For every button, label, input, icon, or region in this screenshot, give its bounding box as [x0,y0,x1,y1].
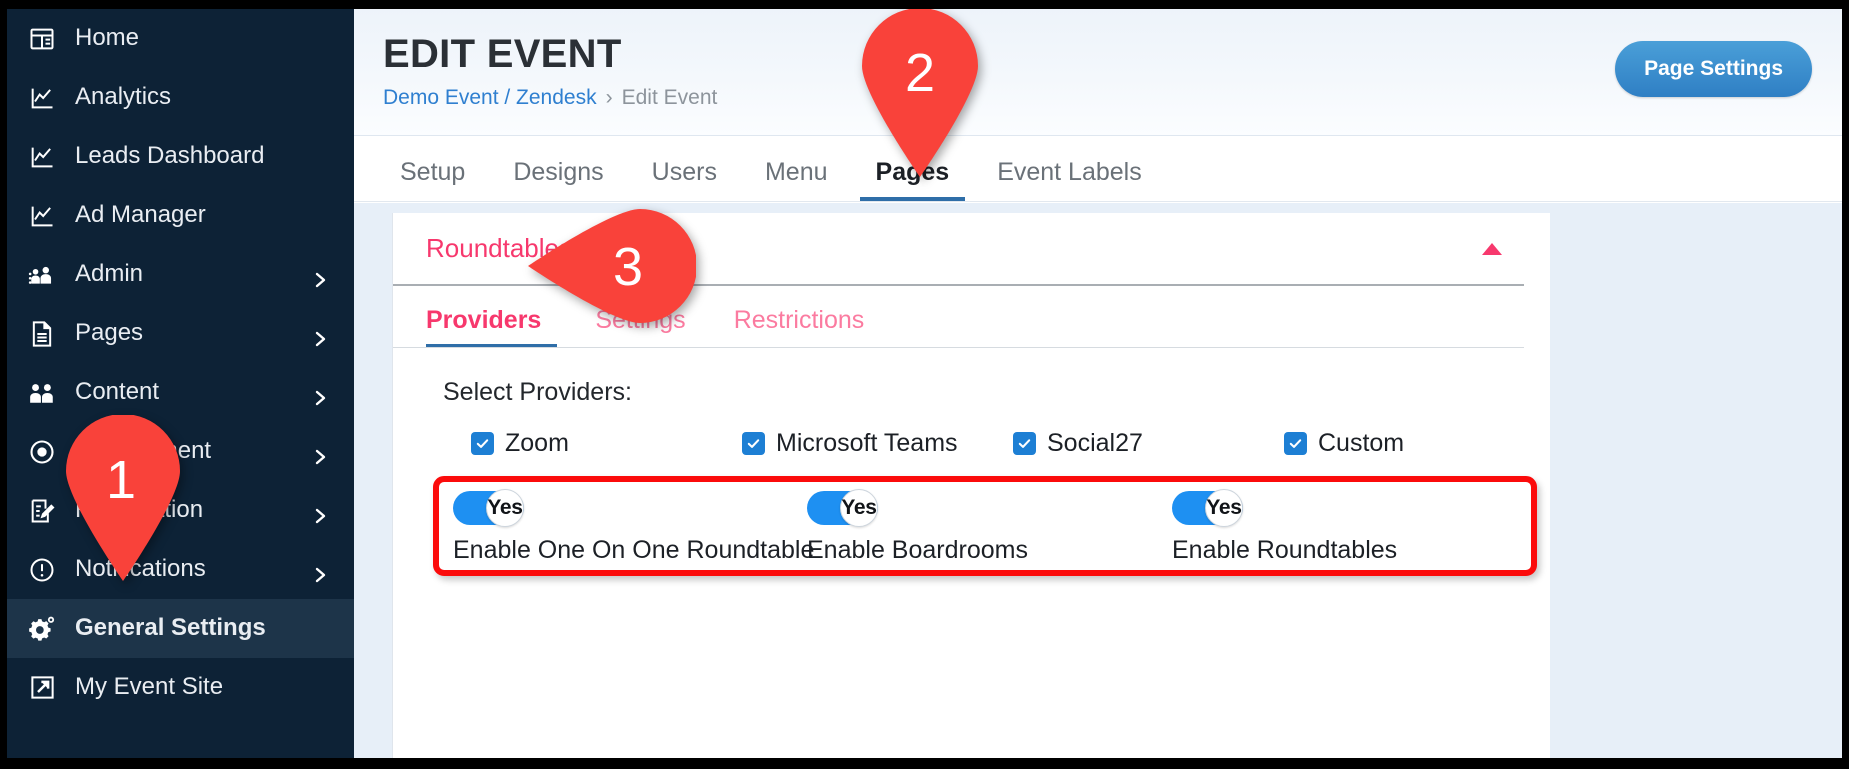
caret-up-icon[interactable] [1482,242,1502,255]
chevron-right-icon [312,444,328,464]
sidebar-item-label: Analytics [75,82,172,110]
chart-icon [27,83,57,113]
chevron-right-icon [312,326,328,346]
alert-icon [27,555,57,585]
chevron-right-icon [312,385,328,405]
toggle-group-one-on-one-roundtable: Yes Enable One On One Roundtable [453,489,815,565]
toggle-knob: Yes [486,489,524,527]
toggle-label: Enable Boardrooms [807,536,1028,564]
external-link-icon [27,673,57,703]
tab-menu[interactable]: Menu [741,158,852,201]
sidebar-item-analytics[interactable]: Analytics [7,68,354,127]
toggle-label: Enable Roundtables [1172,536,1398,564]
people-icon [27,260,57,290]
tab-designs[interactable]: Designs [489,158,627,201]
screenshot-frame: Home Analytics Leads Dashboard Ad Manage… [0,0,1849,769]
toggle-enable-roundtables[interactable]: Yes [1172,489,1243,527]
chart-icon [27,142,57,172]
sidebar-item-label: Content [75,377,160,405]
sidebar-item-leads-dashboard[interactable]: Leads Dashboard [7,127,354,186]
tab-event-labels[interactable]: Event Labels [973,158,1166,201]
sidebar-item-label: Home [75,23,140,51]
sidebar-item-label: Leads Dashboard [75,141,265,169]
form-edit-icon [27,496,57,526]
provider-label: Zoom [505,429,569,457]
sidebar-item-pages[interactable]: Pages [7,304,354,363]
sidebar-item-label: General Settings [75,613,266,641]
sidebar-item-label: Pages [75,318,144,346]
top-tab-bar: Setup Designs Users Menu Pages Event Lab… [354,136,1842,202]
checkmark-icon [742,432,765,455]
sidebar-item-admin[interactable]: Admin [7,245,354,304]
toggle-group-boardrooms: Yes Enable Boardrooms [807,489,1028,565]
toggle-label: Enable One On One Roundtable [453,536,815,564]
users-icon [27,378,57,408]
breadcrumb-link-demo-event[interactable]: Demo Event / Zendesk [383,86,597,109]
breadcrumb-current: Edit Event [621,86,718,110]
sidebar-item-general-settings[interactable]: General Settings [7,599,354,658]
provider-checkbox-zoom[interactable]: Zoom [471,429,742,458]
sidebar-item-content[interactable]: Content [7,363,354,422]
sidebar-item-ad-manager[interactable]: Ad Manager [7,186,354,245]
annotation-marker-number: 2 [904,43,936,103]
sidebar-navigation: Home Analytics Leads Dashboard Ad Manage… [7,9,354,758]
toggle-knob: Yes [840,489,878,527]
radio-dot-icon [27,437,57,467]
sidebar-item-label: My Event Site [75,672,224,700]
provider-label: Custom [1318,429,1405,457]
application-window: Home Analytics Leads Dashboard Ad Manage… [7,9,1842,758]
provider-checkbox-custom[interactable]: Custom [1284,429,1404,458]
checkmark-icon [471,432,494,455]
page-settings-button[interactable]: Page Settings [1615,41,1812,97]
sidebar-item-label: Admin [75,259,144,287]
sidebar-item-home[interactable]: Home [7,9,354,68]
annotation-marker-2: 2 [858,9,982,177]
annotation-marker-number: 1 [105,450,137,510]
provider-checkbox-social27[interactable]: Social27 [1013,429,1284,458]
chart-icon [27,201,57,231]
chevron-right-icon [312,503,328,523]
tab-users[interactable]: Users [628,158,741,201]
enable-toggles-highlight-box: Yes Enable One On One Roundtable Yes Ena… [433,476,1537,576]
toggle-knob: Yes [1205,489,1243,527]
page-header: EDIT EVENT Demo Event / Zendesk › Edit Eve… [354,9,1842,136]
annotation-marker-1: 1 [62,414,184,581]
toggle-enable-boardrooms[interactable]: Yes [807,489,878,527]
provider-checkbox-microsoft-teams[interactable]: Microsoft Teams [742,429,1013,458]
toggle-state-label: Yes [1206,496,1242,519]
chevron-right-icon [312,562,328,582]
provider-label: Social27 [1047,429,1143,457]
tab-setup[interactable]: Setup [376,158,489,201]
provider-label: Microsoft Teams [776,429,958,457]
breadcrumb-separator-icon: › [605,86,613,110]
select-providers-label: Select Providers: [443,378,632,406]
toggle-state-label: Yes [487,496,523,519]
dashboard-icon [27,24,57,54]
checkmark-icon [1013,432,1036,455]
document-icon [27,319,57,349]
main-content-area: EDIT EVENT Demo Event / Zendesk › Edit Eve… [354,9,1842,758]
providers-checkbox-row: Zoom Microsoft Teams Social27 Custom [471,429,1550,458]
gear-icon [27,614,57,644]
sidebar-item-label: Ad Manager [75,200,206,228]
checkmark-icon [1284,432,1307,455]
annotation-marker-number: 3 [612,237,644,297]
sidebar-item-my-event-site[interactable]: My Event Site [7,658,354,717]
subtab-restrictions[interactable]: Restrictions [710,306,889,347]
toggle-enable-one-on-one-roundtable[interactable]: Yes [453,489,524,527]
toggle-state-label: Yes [841,496,877,519]
toggle-group-roundtables: Yes Enable Roundtables [1172,489,1398,565]
chevron-right-icon [312,267,328,287]
annotation-marker-3: 3 [528,205,697,327]
